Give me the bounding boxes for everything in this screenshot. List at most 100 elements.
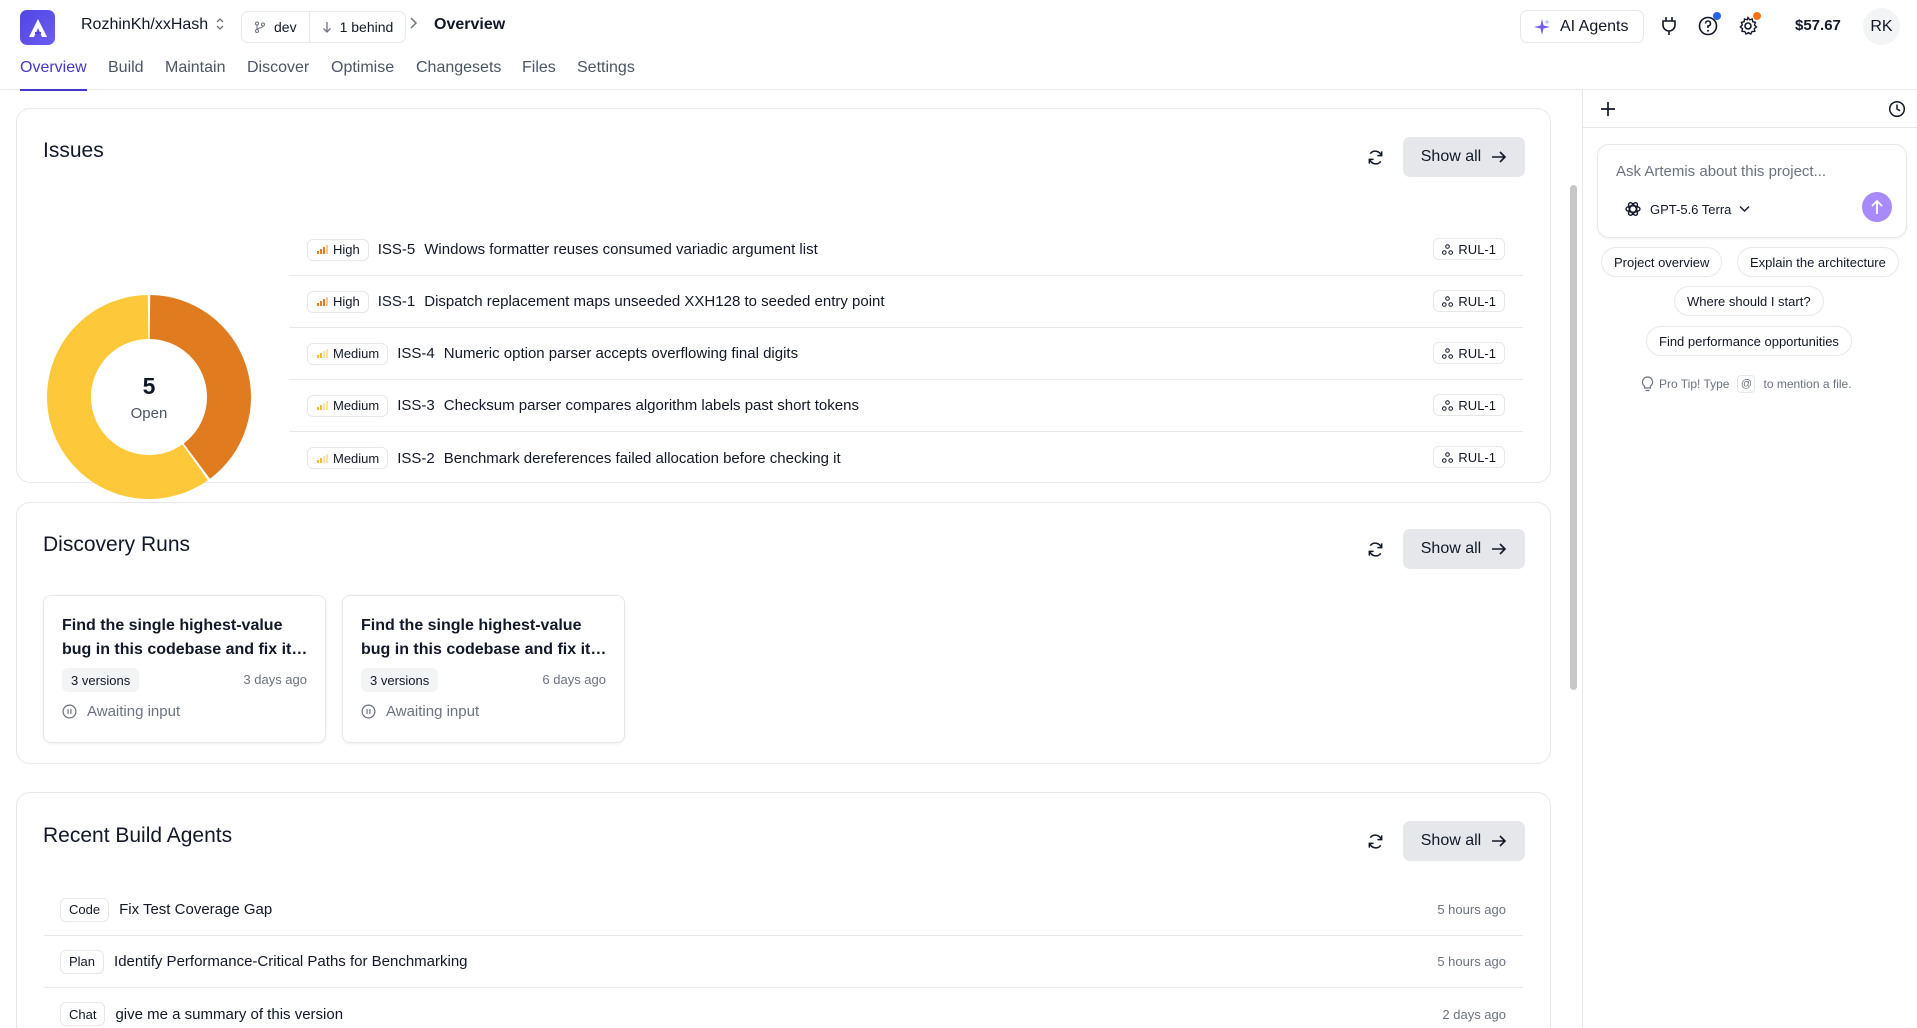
assistant-input[interactable]: Ask Artemis about this project... bbox=[1616, 163, 1826, 180]
tab-files[interactable]: Files bbox=[522, 59, 556, 89]
branch-status: dev 1 behind bbox=[241, 11, 407, 43]
assistant-input-box: Ask Artemis about this project... GPT-5.… bbox=[1597, 144, 1907, 238]
open-issues-count: 5 bbox=[142, 373, 156, 399]
run-status-label: Awaiting input bbox=[87, 703, 181, 720]
build-agent-row[interactable]: Chat give me a summary of this version 2… bbox=[44, 988, 1523, 1028]
arrow-up-icon bbox=[1871, 199, 1883, 214]
rule-icon bbox=[1442, 451, 1454, 463]
agent-timestamp: 5 hours ago bbox=[1437, 902, 1506, 917]
rule-icon bbox=[1442, 399, 1454, 411]
main-scrollbar[interactable] bbox=[1570, 185, 1577, 690]
severity-badge: Medium bbox=[307, 342, 389, 365]
signal-bars-icon bbox=[317, 453, 328, 463]
openai-logo-icon bbox=[1625, 202, 1641, 216]
tab-maintain[interactable]: Maintain bbox=[165, 59, 225, 89]
severity-label: Medium bbox=[333, 346, 380, 361]
rule-badge[interactable]: RUL-1 bbox=[1433, 238, 1505, 260]
refresh-icon[interactable] bbox=[1363, 537, 1387, 561]
issue-row[interactable]: High ISS-5 Windows formatter reuses cons… bbox=[289, 224, 1523, 276]
rule-badge[interactable]: RUL-1 bbox=[1433, 394, 1505, 416]
rule-label: RUL-1 bbox=[1458, 345, 1496, 361]
rule-icon bbox=[1442, 347, 1454, 359]
versions-badge: 3 versions bbox=[361, 668, 439, 692]
severity-label: High bbox=[333, 242, 360, 257]
arrow-right-icon bbox=[1492, 835, 1507, 847]
help-icon[interactable] bbox=[1696, 12, 1721, 38]
git-branch-icon bbox=[255, 21, 265, 33]
discovery-show-all-button[interactable]: Show all bbox=[1403, 529, 1525, 569]
issues-show-all-button[interactable]: Show all bbox=[1403, 137, 1525, 177]
tab-discover[interactable]: Discover bbox=[247, 59, 309, 89]
tab-overview[interactable]: Overview bbox=[20, 59, 87, 91]
issue-id: ISS-4 bbox=[397, 345, 435, 362]
gear-icon[interactable] bbox=[1736, 12, 1761, 38]
plug-icon[interactable] bbox=[1657, 14, 1681, 38]
rule-badge[interactable]: RUL-1 bbox=[1433, 342, 1505, 364]
model-selector[interactable]: GPT-5.6 Terra bbox=[1624, 200, 1750, 218]
arrow-right-icon bbox=[1492, 151, 1507, 163]
refresh-icon[interactable] bbox=[1363, 829, 1387, 853]
history-icon[interactable] bbox=[1888, 100, 1906, 118]
issue-row[interactable]: Medium ISS-2 Benchmark dereferences fail… bbox=[289, 432, 1523, 484]
model-name: GPT-5.6 Terra bbox=[1650, 201, 1732, 217]
app-logo-icon[interactable] bbox=[20, 10, 55, 45]
discovery-runs-title: Discovery Runs bbox=[43, 533, 191, 556]
severity-badge: Medium bbox=[307, 447, 389, 469]
issue-row[interactable]: High ISS-1 Dispatch replacement maps uns… bbox=[289, 276, 1523, 328]
issue-id: ISS-2 bbox=[397, 449, 435, 467]
suggestion-chip[interactable]: Find performance opportunities bbox=[1646, 326, 1852, 356]
rule-badge[interactable]: RUL-1 bbox=[1433, 446, 1505, 468]
tab-build[interactable]: Build bbox=[108, 59, 144, 89]
lightbulb-icon bbox=[1641, 376, 1654, 392]
refresh-icon[interactable] bbox=[1363, 145, 1387, 169]
agent-kind-badge: Code bbox=[60, 897, 110, 922]
run-title: Find the single highest-value bug in thi… bbox=[62, 617, 308, 658]
signal-bars-icon bbox=[317, 401, 328, 410]
discovery-run-card[interactable]: Find the single highest-value bug in thi… bbox=[342, 595, 625, 743]
ai-agents-button[interactable]: AI Agents bbox=[1520, 10, 1644, 43]
show-all-label: Show all bbox=[1420, 540, 1482, 557]
build-agents-show-all-button[interactable]: Show all bbox=[1403, 821, 1525, 861]
sparkle-icon bbox=[1534, 18, 1550, 35]
agent-kind-badge: Chat bbox=[60, 1002, 106, 1026]
chevron-updown-icon bbox=[216, 18, 224, 32]
severity-badge: Medium bbox=[307, 394, 389, 417]
branch-name: dev bbox=[274, 19, 297, 35]
issue-id: ISS-5 bbox=[377, 241, 416, 258]
issue-title: Numeric option parser accepts overflowin… bbox=[443, 345, 799, 362]
avatar[interactable]: RK bbox=[1863, 8, 1900, 45]
rule-label: RUL-1 bbox=[1458, 397, 1496, 413]
build-agent-row[interactable]: Plan Identify Performance-Critical Paths… bbox=[44, 936, 1523, 988]
notification-dot bbox=[1713, 12, 1721, 20]
page-title: Overview bbox=[434, 16, 506, 33]
severity-label: Medium bbox=[333, 398, 380, 413]
tab-changesets[interactable]: Changesets bbox=[416, 59, 501, 89]
tab-settings[interactable]: Settings bbox=[577, 59, 635, 89]
issues-title: Issues bbox=[43, 139, 104, 162]
agent-timestamp: 2 days ago bbox=[1442, 1006, 1506, 1022]
pro-tip: Pro Tip! Type @ to mention a file. bbox=[1641, 375, 1852, 393]
branch-selector[interactable]: dev bbox=[242, 12, 309, 42]
suggestion-chip[interactable]: Explain the architecture bbox=[1737, 247, 1899, 277]
signal-bars-icon bbox=[317, 245, 328, 254]
run-status: Awaiting input bbox=[62, 703, 180, 720]
repo-switcher[interactable]: RozhinKh/xxHash bbox=[81, 16, 224, 34]
plus-icon[interactable] bbox=[1599, 100, 1617, 118]
issue-row[interactable]: Medium ISS-4 Numeric option parser accep… bbox=[289, 328, 1523, 380]
rule-badge[interactable]: RUL-1 bbox=[1433, 290, 1505, 312]
suggestion-chip[interactable]: Project overview bbox=[1601, 247, 1723, 277]
issue-row[interactable]: Medium ISS-3 Checksum parser compares al… bbox=[289, 380, 1523, 432]
discovery-run-card[interactable]: Find the single highest-value bug in thi… bbox=[43, 595, 326, 743]
open-issues-label: Open bbox=[130, 405, 168, 422]
signal-bars-icon bbox=[317, 297, 328, 306]
suggestion-chip[interactable]: Where should I start? bbox=[1674, 286, 1824, 316]
severity-badge: High bbox=[307, 238, 369, 261]
build-agent-row[interactable]: Code Fix Test Coverage Gap 5 hours ago bbox=[44, 884, 1523, 936]
run-title: Find the single highest-value bug in thi… bbox=[361, 617, 607, 658]
send-button[interactable] bbox=[1862, 192, 1892, 222]
build-agents-title: Recent Build Agents bbox=[43, 824, 233, 847]
rule-icon bbox=[1442, 295, 1454, 307]
behind-indicator[interactable]: 1 behind bbox=[308, 12, 406, 42]
account-balance[interactable]: $57.67 bbox=[1795, 17, 1841, 34]
tab-optimise[interactable]: Optimise bbox=[331, 59, 394, 89]
